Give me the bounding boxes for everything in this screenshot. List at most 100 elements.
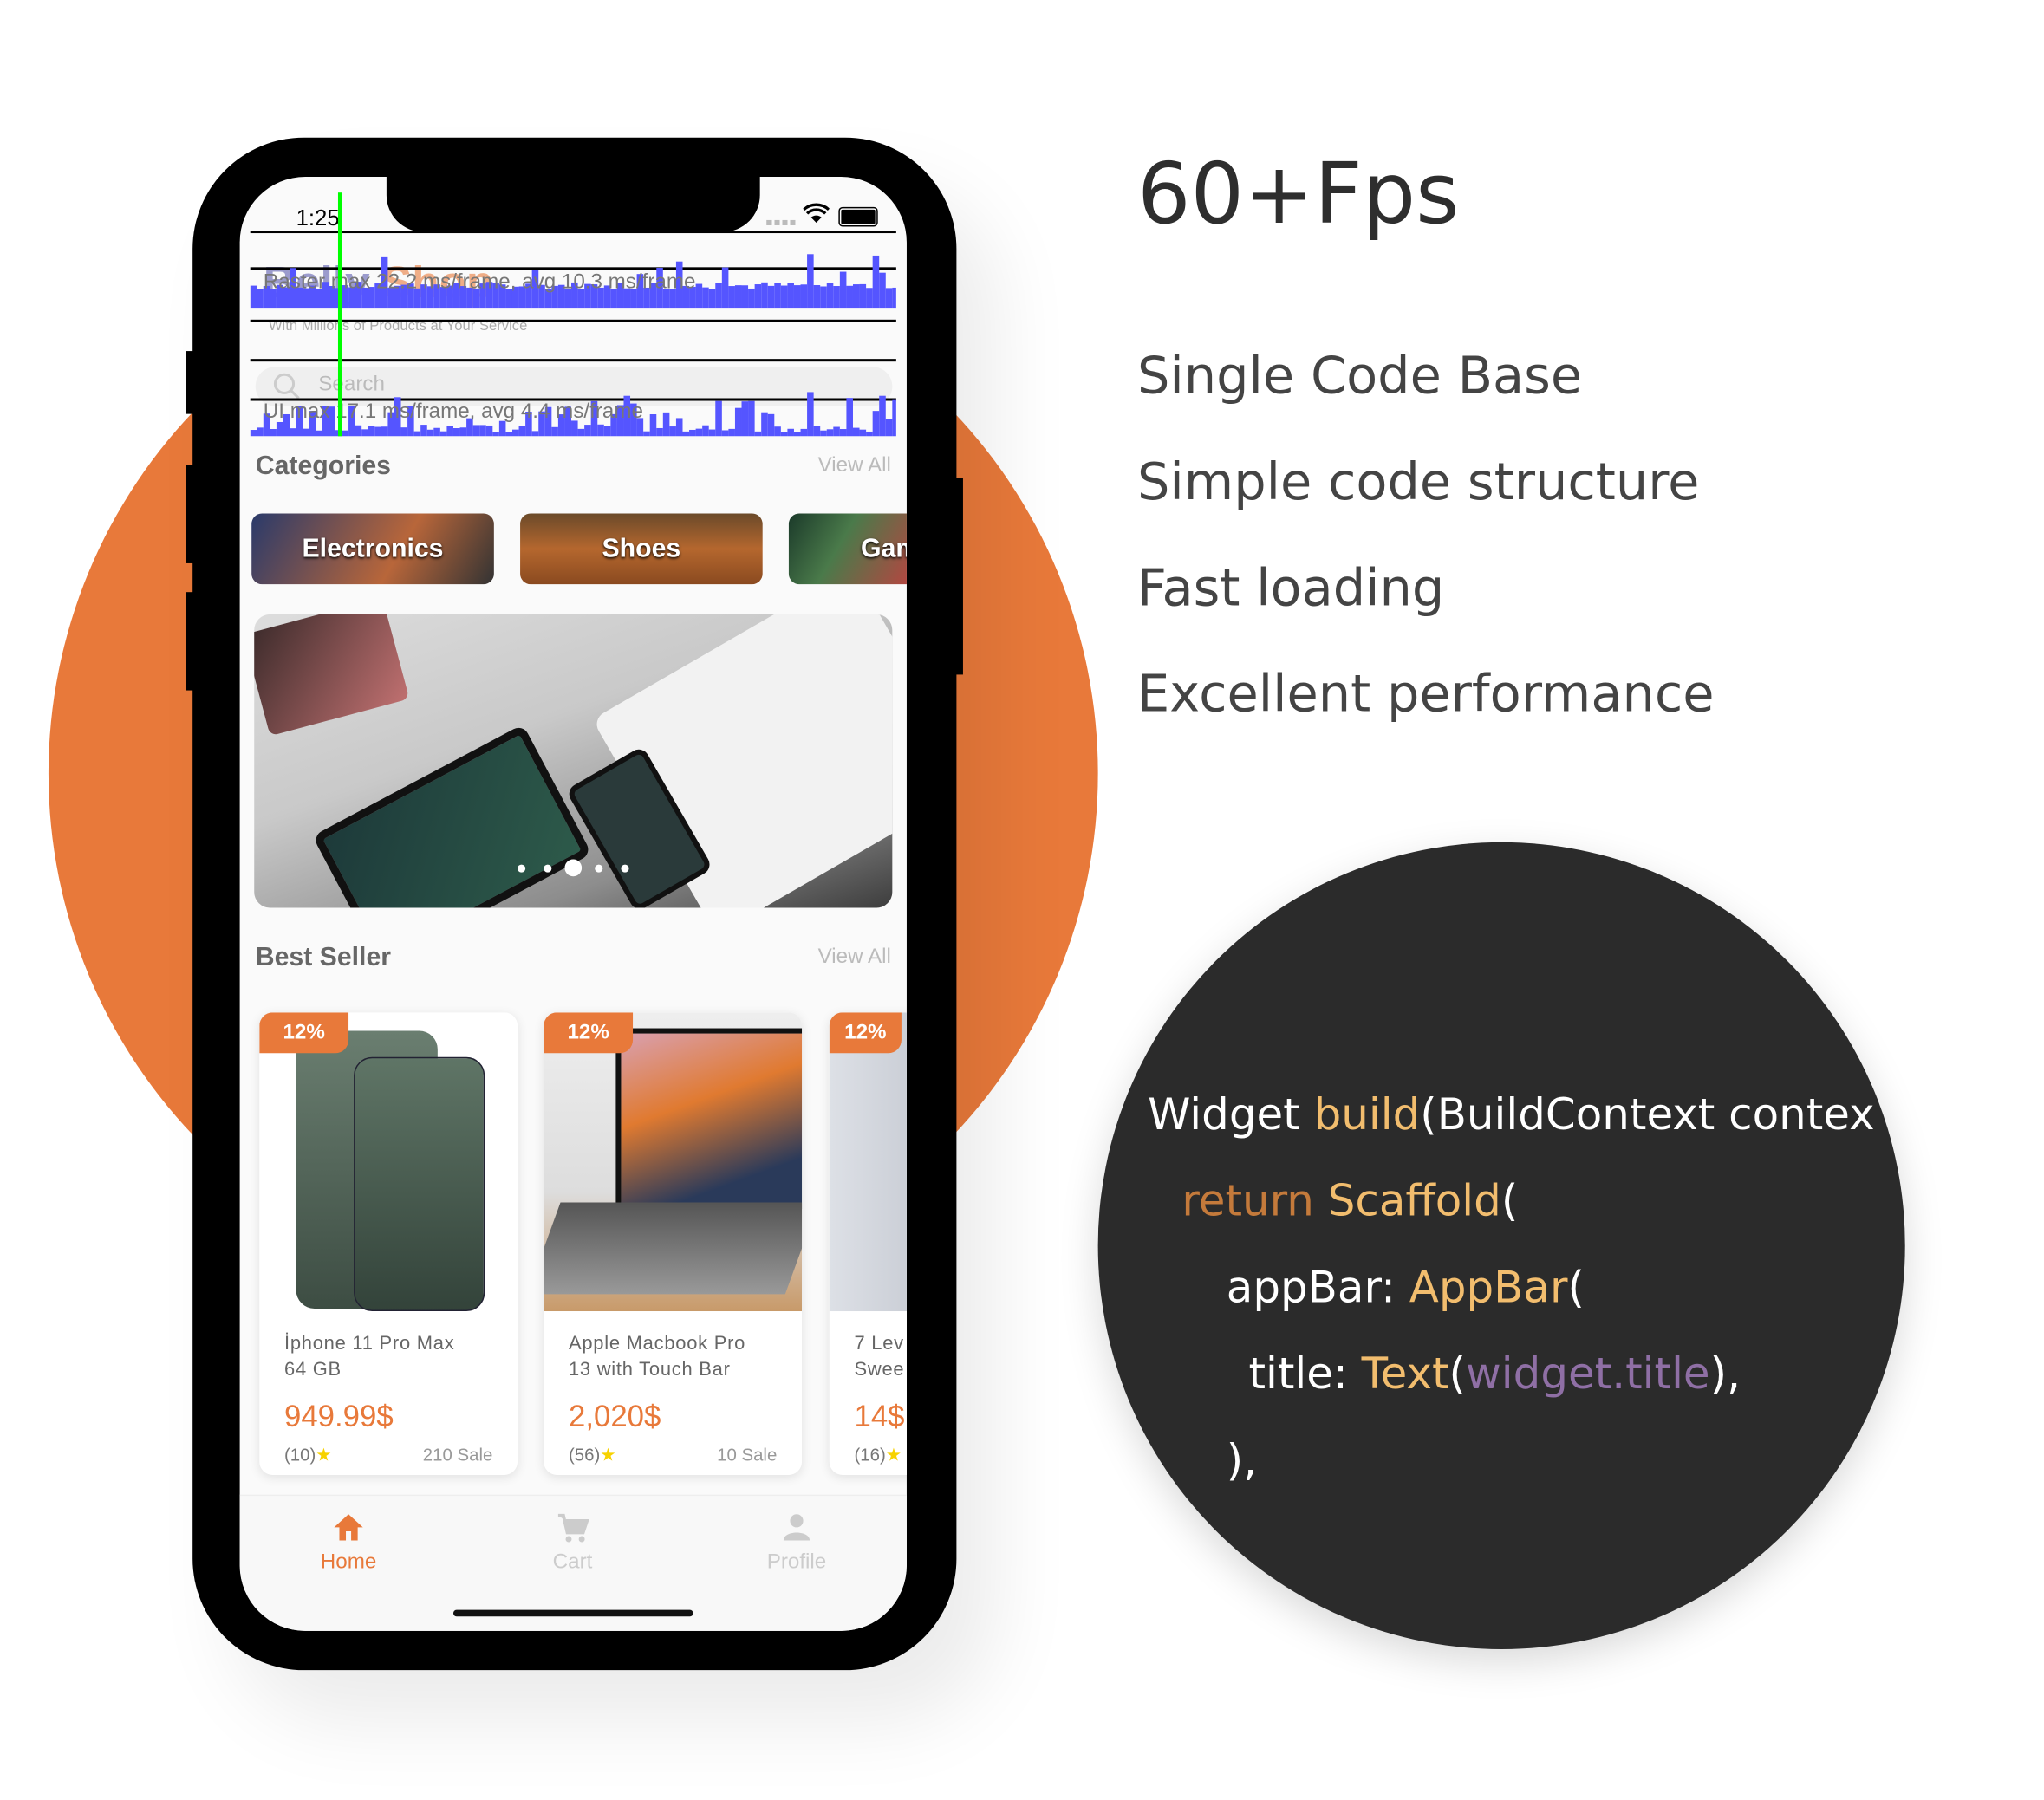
product-card[interactable]: 12% İphone 11 Pro Max 64 GB 949.99$ (10)★… [259, 1012, 518, 1475]
rating-count: (10) [283, 1445, 316, 1465]
perf-bar [584, 425, 591, 437]
perf-bar [748, 288, 755, 309]
discount-badge: 12% [544, 1012, 634, 1054]
feature-item: Fast loading [1136, 559, 1445, 619]
perf-gridline [250, 319, 896, 322]
signal-icon [766, 219, 796, 225]
perf-bar [846, 285, 853, 309]
perf-bar [250, 285, 257, 309]
perf-bar [702, 287, 709, 309]
carousel-dot[interactable] [544, 864, 552, 873]
perf-bar [859, 429, 867, 437]
perf-bar [826, 283, 834, 309]
product-name-line: Swee [854, 1359, 905, 1381]
perf-bar [826, 429, 834, 437]
perf-bar [675, 418, 683, 437]
product-name-line: 64 GB [283, 1359, 342, 1381]
home-indicator [452, 1609, 693, 1617]
banner-image-tablet [254, 614, 410, 737]
code-token: ( [1448, 1348, 1467, 1400]
best-seller-view-all-link[interactable]: View All [818, 945, 891, 969]
banner-carousel[interactable] [254, 614, 893, 908]
perf-bar [892, 399, 896, 437]
banner-image-ipad [312, 724, 592, 908]
code-token: ( [1500, 1174, 1519, 1226]
perf-bar [695, 428, 703, 437]
nav-label: Cart [552, 1550, 593, 1574]
perf-bar [715, 283, 722, 309]
perf-bar [800, 284, 808, 309]
perf-bar [669, 426, 676, 437]
perf-bar [767, 285, 775, 309]
carousel-dot[interactable] [621, 864, 629, 873]
perf-bar [355, 425, 362, 437]
category-chip-electronics[interactable]: Electronics [251, 513, 494, 585]
perf-bar [257, 288, 264, 309]
product-name-line: İphone 11 Pro Max [283, 1333, 455, 1355]
code-token: Scaffold [1327, 1174, 1501, 1226]
perf-bar [754, 284, 762, 309]
perf-bar [505, 432, 512, 437]
perf-bar [446, 426, 453, 437]
perf-bar [879, 395, 886, 437]
perf-bar [833, 426, 840, 437]
code-token: appBar: [1226, 1261, 1409, 1313]
code-token: return [1181, 1174, 1328, 1226]
perf-bar [852, 427, 860, 437]
perf-bar [859, 283, 867, 309]
perf-bar [839, 271, 847, 309]
star-icon: ★ [600, 1445, 616, 1465]
product-image-iphone [259, 1012, 518, 1312]
perf-bar [643, 431, 650, 437]
perf-bar [780, 432, 788, 437]
perf-bar [662, 412, 670, 437]
perf-bar [689, 429, 696, 437]
perf-bar [485, 425, 493, 437]
feature-item: Single Code Base [1136, 347, 1583, 406]
carousel-dot[interactable] [518, 864, 526, 873]
categories-view-all-link[interactable]: View All [818, 454, 891, 478]
perf-bar [728, 286, 735, 309]
perf-bar [780, 285, 788, 309]
star-icon: ★ [885, 1445, 902, 1465]
code-token: ( [1567, 1261, 1585, 1313]
home-icon [270, 1511, 426, 1550]
perf-bar [597, 424, 604, 437]
perf-gridline [250, 359, 896, 362]
perf-bar [813, 426, 821, 437]
raster-perf-label: Raster max 22.2 ms/frame, avg 10.3 ms/fr… [263, 270, 696, 294]
perf-bar [866, 431, 873, 437]
category-chip-shoes[interactable]: Shoes [520, 513, 763, 585]
wifi-icon [803, 203, 830, 231]
stage: 60+Fps Single Code Base Simple code stru… [0, 0, 2044, 1800]
rating-count: (56) [568, 1445, 601, 1465]
perf-bar [728, 428, 735, 437]
code-token: title: [1248, 1348, 1362, 1400]
perf-bar [721, 430, 729, 437]
perf-bar [748, 400, 755, 437]
perf-bar [381, 426, 388, 437]
product-card[interactable]: 12% 7 Lev Swee 14$ (16)★ [829, 1012, 907, 1475]
nav-home[interactable]: Home [270, 1511, 426, 1575]
star-icon: ★ [316, 1445, 332, 1465]
perf-bar [879, 272, 886, 309]
category-chip-games[interactable]: Games [788, 513, 907, 585]
product-rating: (56)★ [569, 1445, 616, 1465]
product-image [829, 1012, 907, 1312]
perf-bar [531, 431, 539, 437]
product-name: 7 Lev Swee [854, 1331, 904, 1383]
perf-bar [793, 285, 801, 309]
carousel-dot[interactable] [595, 864, 603, 873]
nav-profile[interactable]: Profile [718, 1511, 875, 1575]
carousel-dot-active[interactable] [564, 859, 583, 877]
code-line: Widget build(BuildContext contex [1148, 1088, 1875, 1140]
perf-bar [741, 285, 749, 309]
product-card[interactable]: 12% Apple Macbook Pro 13 with Touch Bar 2… [544, 1012, 803, 1475]
perf-bar [439, 431, 447, 437]
nav-cart[interactable]: Cart [494, 1511, 651, 1575]
code-token: AppBar [1409, 1261, 1568, 1313]
code-line: title: Text(widget.title), [1248, 1348, 1740, 1399]
perf-bar [316, 430, 322, 437]
perf-bar [577, 428, 585, 437]
perf-bar [420, 425, 427, 437]
